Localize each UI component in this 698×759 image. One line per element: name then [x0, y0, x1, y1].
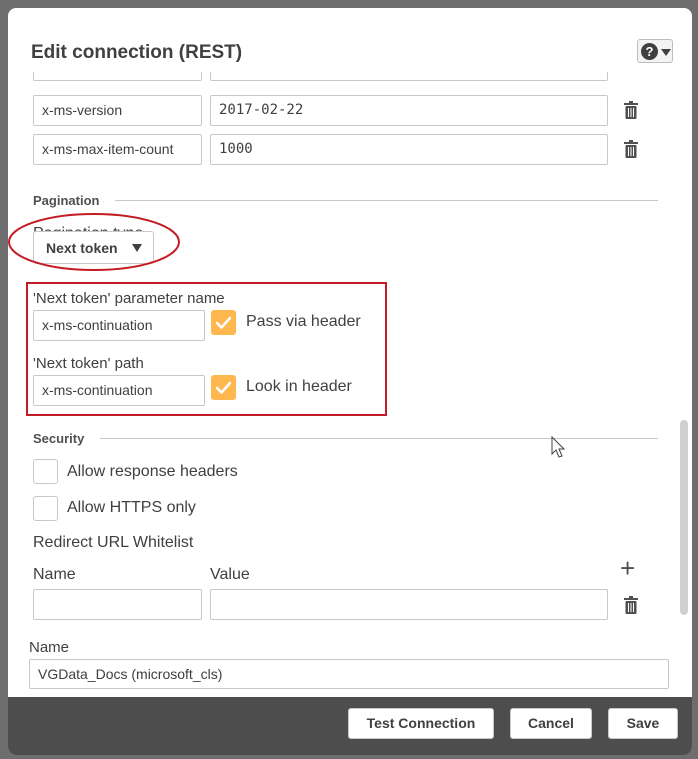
- help-icon: ?: [641, 43, 658, 60]
- connection-name-label: Name: [29, 639, 70, 656]
- header-name-field[interactable]: x-ms-max-item-count: [33, 134, 202, 165]
- header-value-field[interactable]: 2017-02-22: [210, 95, 608, 126]
- add-icon[interactable]: +: [620, 553, 635, 584]
- whitelist-name-input[interactable]: [33, 589, 202, 620]
- mouse-cursor-icon: [551, 436, 566, 458]
- header-name-field[interactable]: [33, 72, 202, 81]
- dialog-footer: Test Connection Cancel Save: [8, 697, 692, 755]
- trash-icon[interactable]: [624, 101, 638, 119]
- allow-https-only-checkbox[interactable]: [33, 496, 58, 521]
- scrollbar-thumb[interactable]: [680, 420, 688, 615]
- redirect-whitelist-label: Redirect URL Whitelist: [33, 534, 194, 551]
- section-divider: [115, 200, 658, 201]
- red-ellipse-annotation: [8, 213, 180, 271]
- header-value-field[interactable]: 1000: [210, 134, 608, 165]
- allow-https-only-label: Allow HTTPS only: [67, 499, 196, 516]
- test-connection-button[interactable]: Test Connection: [348, 708, 494, 739]
- trash-icon[interactable]: [624, 140, 638, 158]
- trash-icon[interactable]: [624, 596, 638, 614]
- header-name-field[interactable]: x-ms-version: [33, 95, 202, 126]
- chevron-down-icon: [661, 49, 671, 56]
- red-box-annotation: [26, 282, 387, 416]
- whitelist-value-input[interactable]: [210, 589, 608, 620]
- cancel-button[interactable]: Cancel: [510, 708, 592, 739]
- section-divider: [100, 438, 658, 439]
- pagination-section-label: Pagination: [33, 193, 100, 208]
- whitelist-name-column: Name: [33, 566, 76, 583]
- whitelist-value-column: Value: [210, 566, 250, 583]
- dialog-scroll-area[interactable]: x-ms-version 2017-02-22 x-ms-max-item-co…: [8, 72, 692, 697]
- save-button[interactable]: Save: [608, 708, 678, 739]
- security-section-label: Security: [33, 431, 85, 446]
- connection-name-input[interactable]: VGData_Docs (microsoft_cls): [29, 659, 669, 689]
- allow-response-headers-checkbox[interactable]: [33, 459, 58, 484]
- help-menu-button[interactable]: ?: [637, 39, 673, 63]
- header-value-field[interactable]: [210, 72, 608, 81]
- dialog-title: Edit connection (REST): [31, 42, 243, 63]
- allow-response-headers-label: Allow response headers: [67, 463, 238, 480]
- edit-connection-dialog: Edit connection (REST) ? x-ms-version 20…: [8, 8, 692, 755]
